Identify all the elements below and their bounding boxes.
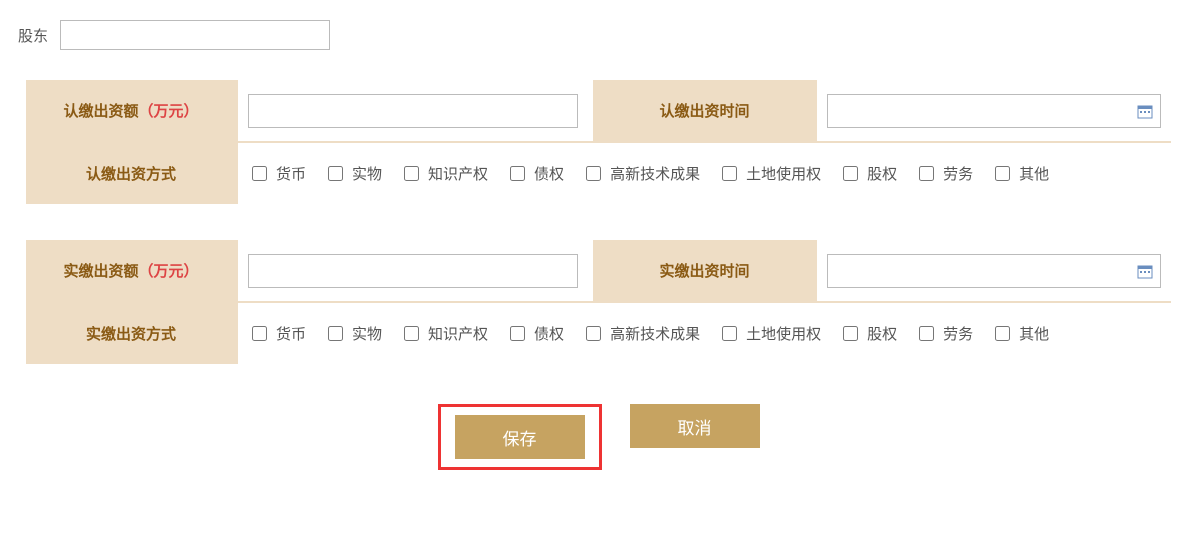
opt-label: 实物 bbox=[352, 323, 382, 344]
subscribed-amount-unit: （万元） bbox=[139, 100, 199, 121]
subscribed-time-cell bbox=[817, 80, 1172, 141]
subscribed-opt-debt[interactable]: 债权 bbox=[506, 163, 564, 184]
cancel-button[interactable]: 取消 bbox=[630, 404, 760, 448]
paid-amount-label-text: 实缴出资额 bbox=[63, 260, 138, 281]
checkbox[interactable] bbox=[843, 326, 858, 341]
checkbox[interactable] bbox=[252, 326, 267, 341]
checkbox[interactable] bbox=[252, 166, 267, 181]
subscribed-time-input[interactable] bbox=[827, 94, 1162, 128]
paid-opt-equity[interactable]: 股权 bbox=[839, 323, 897, 344]
subscribed-amount-input[interactable] bbox=[248, 94, 578, 128]
opt-label: 其他 bbox=[1019, 323, 1049, 344]
opt-label: 知识产权 bbox=[428, 323, 488, 344]
paid-method-options: 货币 实物 知识产权 债权 高新技术成果 土地使用权 股权 劳务 其他 bbox=[238, 303, 1171, 364]
checkbox[interactable] bbox=[843, 166, 858, 181]
opt-label: 股权 bbox=[867, 163, 897, 184]
subscribed-opt-currency[interactable]: 货币 bbox=[248, 163, 306, 184]
subscribed-opt-material[interactable]: 实物 bbox=[324, 163, 382, 184]
save-button[interactable]: 保存 bbox=[455, 415, 585, 459]
button-row: 保存 取消 bbox=[14, 404, 1183, 470]
checkbox[interactable] bbox=[995, 166, 1010, 181]
checkbox[interactable] bbox=[722, 326, 737, 341]
subscribed-time-label: 认缴出资时间 bbox=[595, 80, 815, 141]
subscribed-opt-other[interactable]: 其他 bbox=[991, 163, 1049, 184]
opt-label: 土地使用权 bbox=[746, 323, 821, 344]
subscribed-opt-ip[interactable]: 知识产权 bbox=[400, 163, 488, 184]
paid-opt-currency[interactable]: 货币 bbox=[248, 323, 306, 344]
opt-label: 高新技术成果 bbox=[610, 323, 700, 344]
paid-opt-material[interactable]: 实物 bbox=[324, 323, 382, 344]
paid-amount-label: 实缴出资额（万元） bbox=[26, 240, 236, 301]
subscribed-section: 认缴出资额（万元） 认缴出资时间 认缴出资方式 货币 实物 知识产权 债权 高新… bbox=[26, 80, 1171, 204]
opt-label: 土地使用权 bbox=[746, 163, 821, 184]
opt-label: 货币 bbox=[276, 163, 306, 184]
opt-label: 股权 bbox=[867, 323, 897, 344]
opt-label: 劳务 bbox=[943, 323, 973, 344]
opt-label: 债权 bbox=[534, 163, 564, 184]
opt-label: 债权 bbox=[534, 323, 564, 344]
subscribed-amount-label-text: 认缴出资额 bbox=[63, 100, 138, 121]
paid-time-label: 实缴出资时间 bbox=[595, 240, 815, 301]
subscribed-amount-cell bbox=[238, 80, 593, 141]
checkbox[interactable] bbox=[510, 166, 525, 181]
subscribed-opt-hitech[interactable]: 高新技术成果 bbox=[582, 163, 700, 184]
shareholder-row: 股东 bbox=[18, 20, 1183, 50]
checkbox[interactable] bbox=[722, 166, 737, 181]
paid-opt-labor[interactable]: 劳务 bbox=[915, 323, 973, 344]
opt-label: 劳务 bbox=[943, 163, 973, 184]
checkbox[interactable] bbox=[510, 326, 525, 341]
opt-label: 实物 bbox=[352, 163, 382, 184]
paid-section: 实缴出资额（万元） 实缴出资时间 实缴出资方式 货币 实物 知识产权 债权 高新… bbox=[26, 240, 1171, 364]
paid-opt-ip[interactable]: 知识产权 bbox=[400, 323, 488, 344]
subscribed-opt-equity[interactable]: 股权 bbox=[839, 163, 897, 184]
subscribed-amount-label: 认缴出资额（万元） bbox=[26, 80, 236, 141]
paid-opt-hitech[interactable]: 高新技术成果 bbox=[582, 323, 700, 344]
paid-time-input[interactable] bbox=[827, 254, 1162, 288]
save-highlight-box: 保存 bbox=[438, 404, 602, 470]
checkbox[interactable] bbox=[328, 326, 343, 341]
checkbox[interactable] bbox=[328, 166, 343, 181]
checkbox[interactable] bbox=[995, 326, 1010, 341]
paid-amount-cell bbox=[238, 240, 593, 301]
subscribed-method-options: 货币 实物 知识产权 债权 高新技术成果 土地使用权 股权 劳务 其他 bbox=[238, 143, 1171, 204]
checkbox[interactable] bbox=[919, 166, 934, 181]
subscribed-opt-labor[interactable]: 劳务 bbox=[915, 163, 973, 184]
paid-opt-debt[interactable]: 债权 bbox=[506, 323, 564, 344]
paid-time-cell bbox=[817, 240, 1172, 301]
paid-method-label: 实缴出资方式 bbox=[26, 303, 236, 364]
checkbox[interactable] bbox=[404, 166, 419, 181]
opt-label: 高新技术成果 bbox=[610, 163, 700, 184]
opt-label: 其他 bbox=[1019, 163, 1049, 184]
opt-label: 知识产权 bbox=[428, 163, 488, 184]
checkbox[interactable] bbox=[404, 326, 419, 341]
paid-amount-unit: （万元） bbox=[139, 260, 199, 281]
checkbox[interactable] bbox=[919, 326, 934, 341]
checkbox[interactable] bbox=[586, 166, 601, 181]
shareholder-input[interactable] bbox=[60, 20, 330, 50]
checkbox[interactable] bbox=[586, 326, 601, 341]
paid-opt-other[interactable]: 其他 bbox=[991, 323, 1049, 344]
shareholder-label: 股东 bbox=[18, 25, 48, 46]
paid-amount-input[interactable] bbox=[248, 254, 578, 288]
subscribed-method-label: 认缴出资方式 bbox=[26, 143, 236, 204]
paid-opt-land[interactable]: 土地使用权 bbox=[718, 323, 821, 344]
opt-label: 货币 bbox=[276, 323, 306, 344]
subscribed-opt-land[interactable]: 土地使用权 bbox=[718, 163, 821, 184]
